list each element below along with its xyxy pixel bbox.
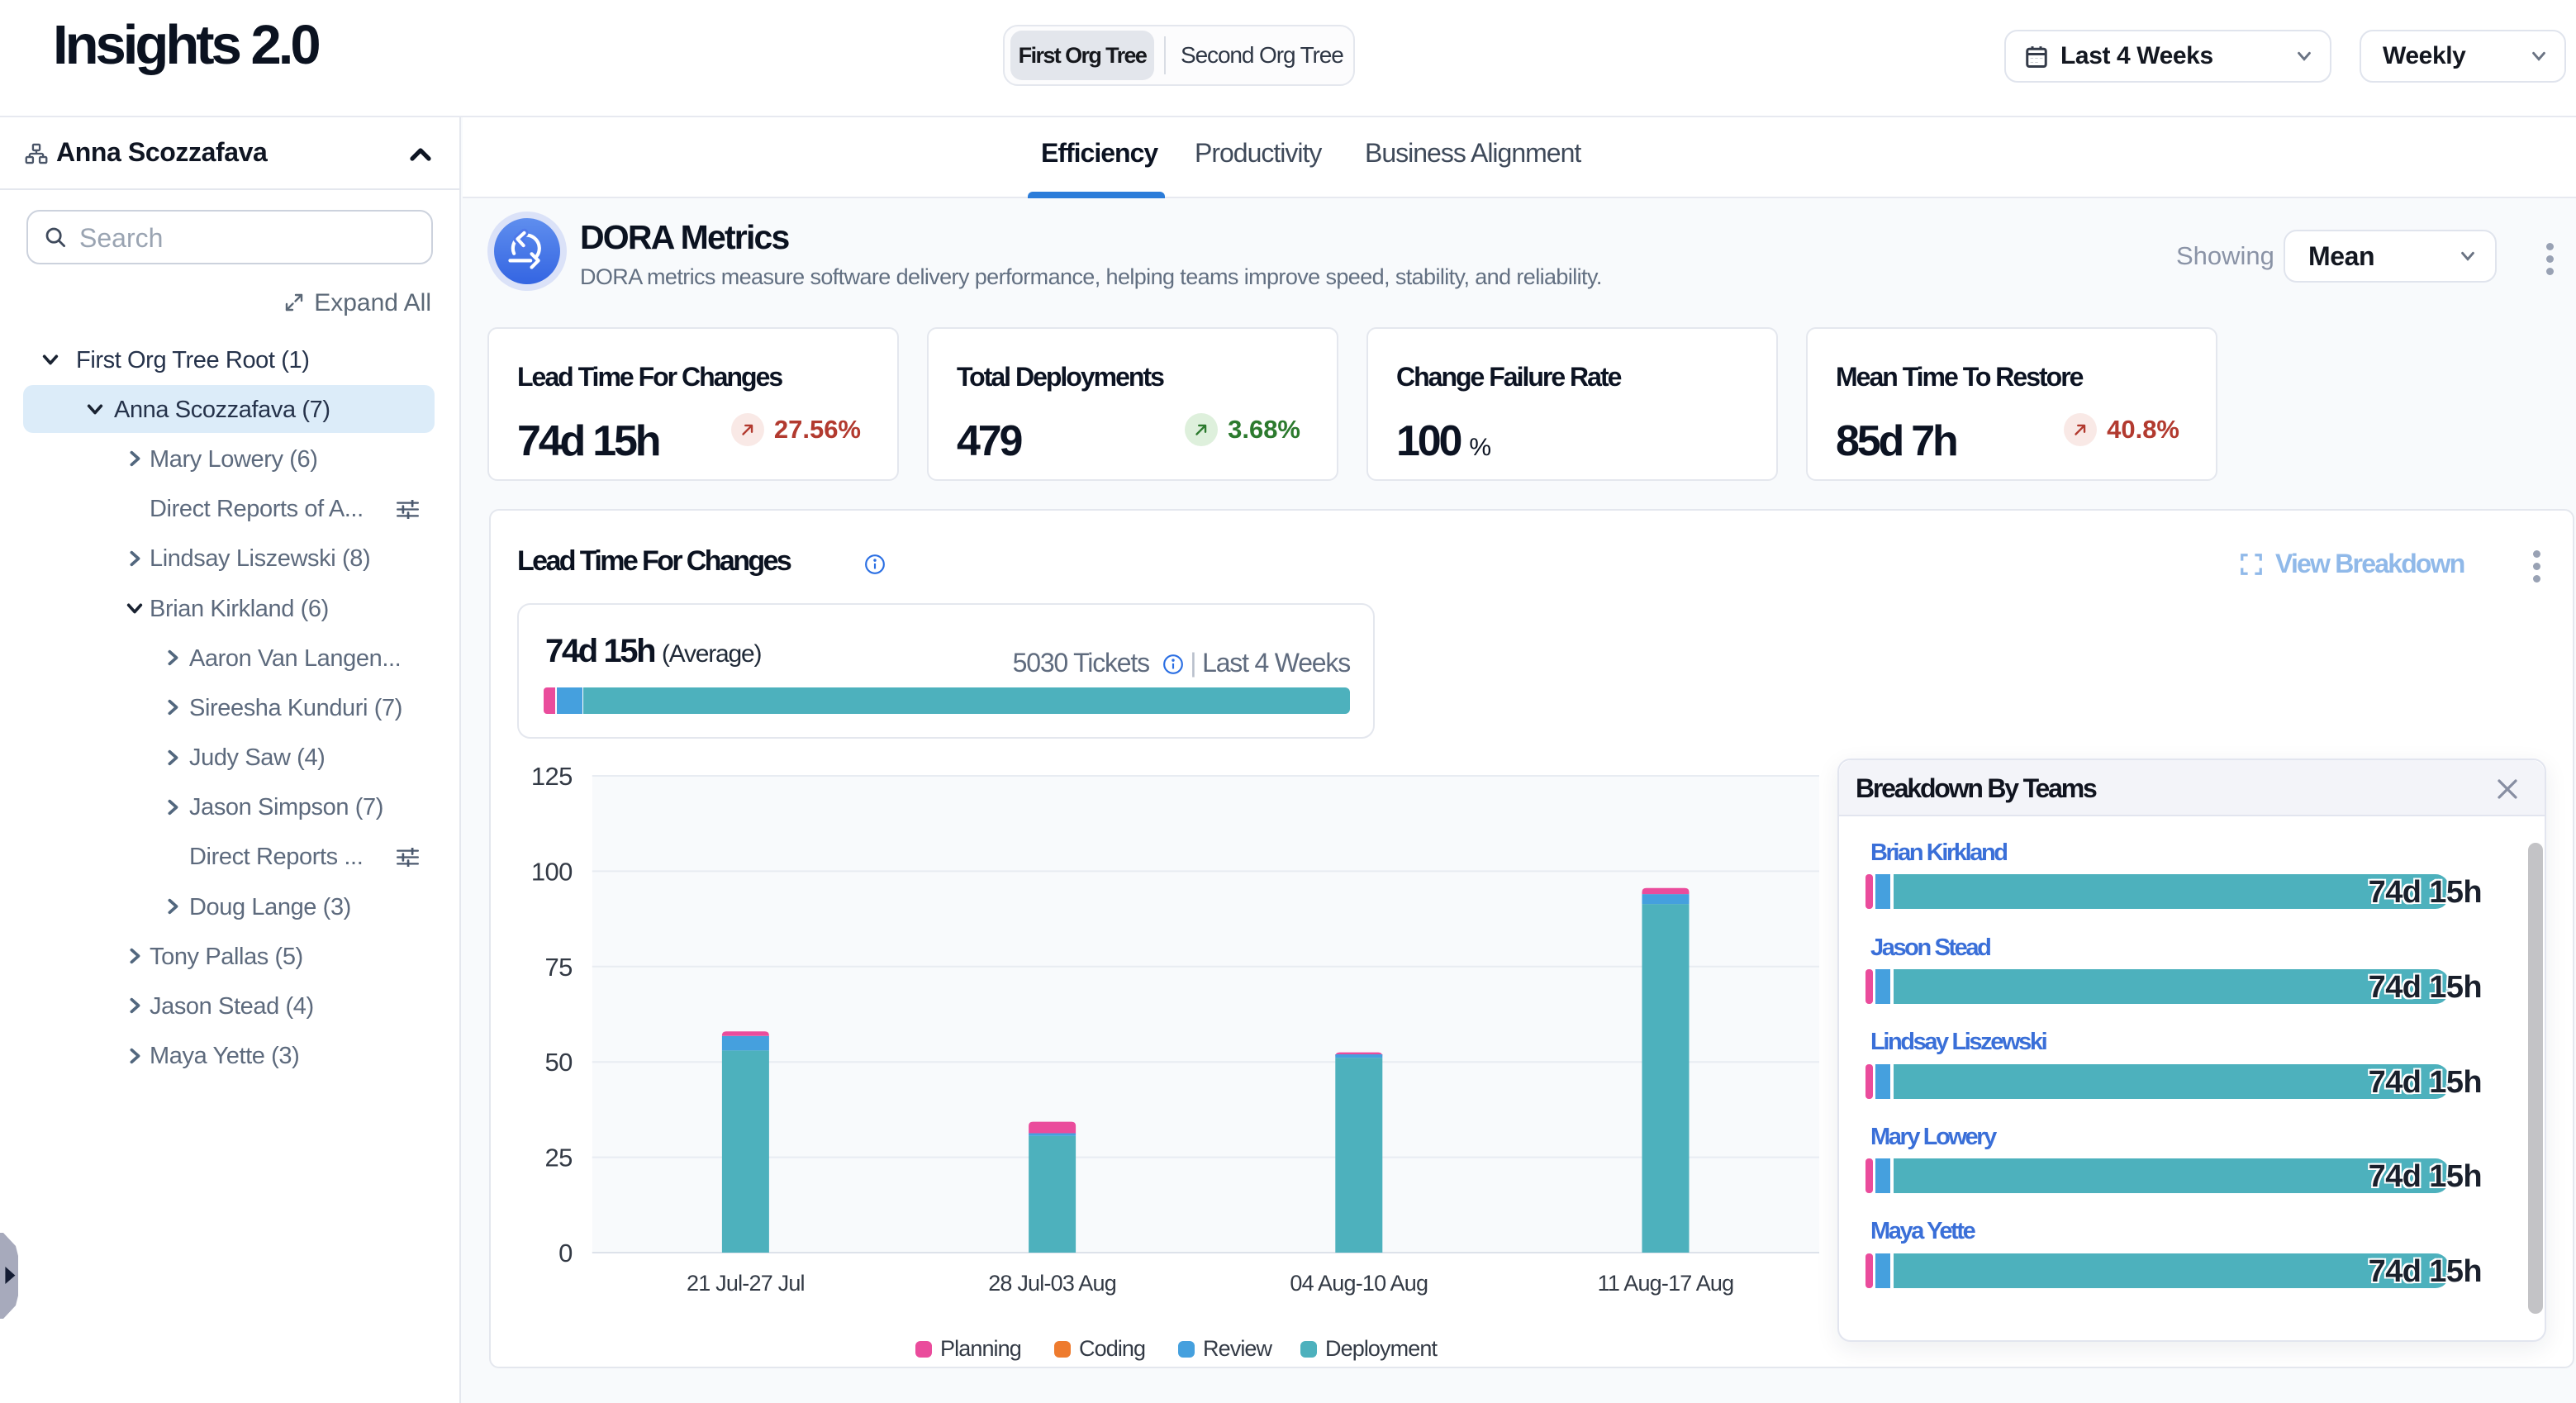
svg-text:04 Aug-10 Aug: 04 Aug-10 Aug — [1290, 1271, 1428, 1296]
svg-text:125: 125 — [531, 762, 573, 791]
svg-text:75: 75 — [545, 953, 573, 982]
svg-text:50: 50 — [545, 1048, 573, 1077]
svg-text:11 Aug-17 Aug: 11 Aug-17 Aug — [1598, 1271, 1734, 1296]
svg-text:0: 0 — [558, 1239, 573, 1267]
svg-text:25: 25 — [545, 1144, 573, 1172]
svg-text:100: 100 — [531, 857, 573, 886]
svg-text:21 Jul-27 Jul: 21 Jul-27 Jul — [687, 1271, 805, 1296]
svg-text:28 Jul-03 Aug: 28 Jul-03 Aug — [988, 1271, 1116, 1296]
